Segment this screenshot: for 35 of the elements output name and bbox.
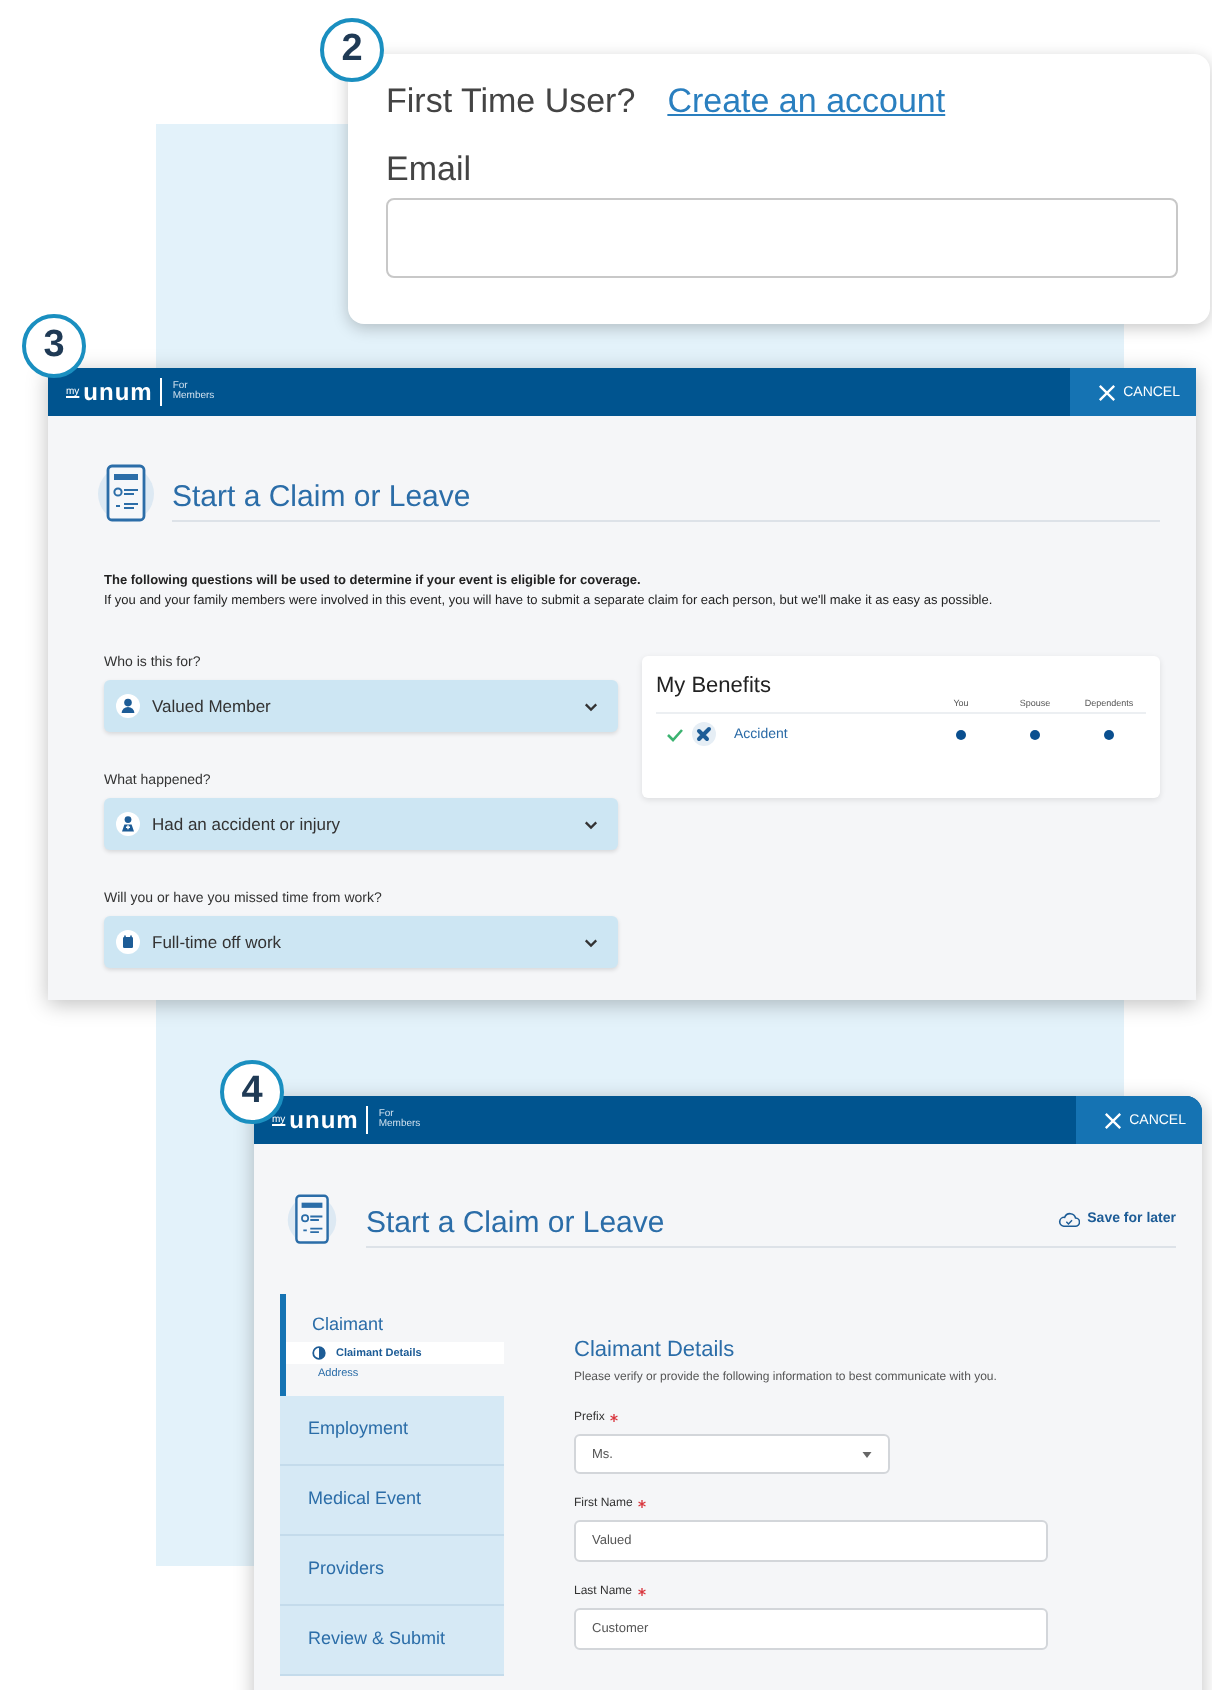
- document-icon: [96, 460, 156, 528]
- close-icon: [1103, 1111, 1122, 1129]
- chevron-down-icon: [584, 701, 598, 711]
- close-icon: [1097, 383, 1116, 401]
- injured-person-icon: [116, 812, 140, 836]
- sidebar-step[interactable]: Medical Event: [280, 1466, 504, 1534]
- dropdown-field[interactable]: Full-time off work: [104, 916, 618, 968]
- page-title: Start a Claim or Leave: [172, 467, 1160, 521]
- person-icon: [116, 694, 140, 718]
- section-title: Claimant Details: [574, 1338, 737, 1362]
- chevron-down-icon: [584, 819, 598, 829]
- page-title: Start a Claim or Leave: [366, 1203, 667, 1243]
- dropdown-value: Had an accident or injury: [152, 814, 343, 834]
- dropdown-value: Valued Member: [152, 696, 273, 716]
- sidebar-step[interactable]: Claimant: [286, 1314, 504, 1342]
- logo-text: unum: [83, 378, 163, 406]
- sidebar-step[interactable]: Employment: [280, 1396, 504, 1464]
- card-title: My Benefits: [656, 674, 773, 698]
- sidebar-step[interactable]: Review & Submit: [280, 1606, 504, 1674]
- sidebar-step[interactable]: Providers: [280, 1536, 504, 1604]
- step-number-badge: 3: [22, 314, 86, 378]
- caret-down-icon: [862, 1451, 872, 1457]
- calendar-icon: [116, 930, 140, 954]
- dropdown-field[interactable]: Had an accident or injury: [104, 798, 618, 850]
- cloud-icon: [1057, 1211, 1080, 1227]
- step-number-badge: 2: [320, 18, 384, 82]
- dropdown-field[interactable]: Valued Member: [104, 680, 618, 732]
- dropdown-value: Full-time off work: [152, 932, 284, 952]
- prompt-text: First Time User?: [386, 82, 636, 122]
- create-account-link[interactable]: Create an account: [667, 82, 946, 122]
- field-label: Email: [386, 150, 474, 190]
- logo-text: unum: [289, 1106, 369, 1134]
- chevron-down-icon: [584, 937, 598, 947]
- half-circle-icon: [312, 1346, 326, 1360]
- email-field[interactable]: [386, 198, 1178, 278]
